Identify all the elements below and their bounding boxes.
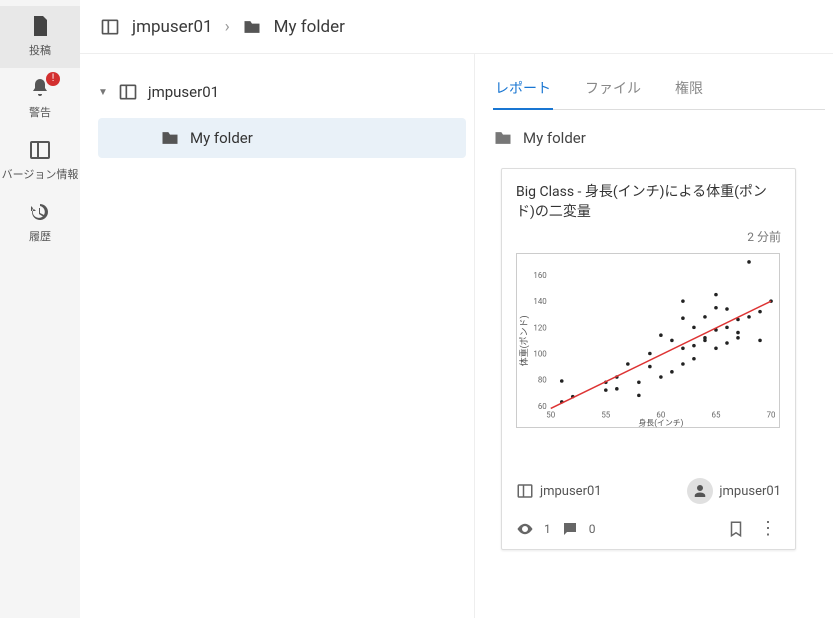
tree-child-label: My folder [190, 129, 253, 147]
nav-alert[interactable]: ! 警告 [0, 68, 80, 130]
nav-history-label: 履歴 [29, 230, 51, 243]
right-pane: レポート ファイル 権限 My folder Big Class - 身長(イン… [475, 54, 833, 618]
comments-count: 0 [589, 522, 596, 536]
tab-file[interactable]: ファイル [583, 72, 643, 109]
svg-text:80: 80 [538, 376, 547, 385]
svg-text:55: 55 [601, 411, 610, 420]
chart: 60801001201401605055606570体重(ポンド)身長(インチ) [516, 253, 780, 428]
svg-text:65: 65 [712, 411, 721, 420]
svg-text:120: 120 [533, 324, 546, 333]
svg-text:50: 50 [546, 411, 555, 420]
main-area: jmpuser01 › My folder ▼ jmpuser01 My fol… [80, 0, 833, 618]
folder-tree: ▼ jmpuser01 My folder [80, 54, 475, 618]
report-card[interactable]: Big Class - 身長(インチ)による体重(ポンド)の二変量 2 分前 6… [501, 168, 796, 550]
person-icon [691, 482, 709, 500]
card-user: jmpuser01 [719, 484, 781, 499]
tree-child[interactable]: My folder [98, 118, 466, 158]
folder-icon [493, 128, 513, 148]
nav-history[interactable]: 履歴 [0, 192, 80, 254]
scatter-plot: 60801001201401605055606570体重(ポンド)身長(インチ) [517, 254, 779, 428]
svg-text:体重(ポンド): 体重(ポンド) [518, 316, 530, 367]
card-owner: jmpuser01 [540, 484, 602, 499]
history-icon [28, 200, 52, 224]
panel-icon [118, 82, 138, 102]
svg-text:60: 60 [538, 402, 547, 411]
nav-post[interactable]: 投稿 [0, 6, 80, 68]
panel-icon [100, 17, 120, 37]
alert-badge: ! [46, 72, 60, 86]
tab-report[interactable]: レポート [493, 72, 553, 110]
current-folder-label: My folder [523, 129, 586, 147]
bookmark-icon[interactable] [727, 520, 745, 538]
comment-icon [561, 520, 579, 538]
chevron-right-icon: › [225, 17, 230, 37]
panel-icon [28, 138, 52, 162]
current-folder: My folder [493, 128, 825, 148]
nav-version-label: バージョン情報 [2, 168, 79, 181]
card-footer: 1 0 ⋮ [516, 518, 781, 539]
nav-version[interactable]: バージョン情報 [0, 130, 80, 192]
eye-icon [516, 520, 534, 538]
folder-icon [242, 17, 262, 37]
tab-perm[interactable]: 権限 [673, 72, 705, 109]
svg-text:160: 160 [533, 271, 546, 280]
more-icon[interactable]: ⋮ [755, 518, 781, 539]
svg-text:140: 140 [533, 297, 546, 306]
folder-icon [160, 128, 180, 148]
breadcrumb: jmpuser01 › My folder [80, 0, 833, 54]
card-title: Big Class - 身長(インチ)による体重(ポンド)の二変量 [516, 183, 781, 222]
split-pane: ▼ jmpuser01 My folder レポート ファイル 権限 My fo… [80, 54, 833, 618]
left-nav: 投稿 ! 警告 バージョン情報 履歴 [0, 0, 80, 618]
card-meta: jmpuser01 jmpuser01 [516, 478, 781, 504]
caret-down-icon: ▼ [98, 87, 108, 98]
nav-alert-label: 警告 [29, 106, 51, 119]
card-time: 2 分前 [516, 228, 781, 245]
crumb-child[interactable]: My folder [274, 17, 345, 37]
nav-post-label: 投稿 [29, 44, 51, 57]
views-count: 1 [544, 522, 551, 536]
tabs: レポート ファイル 権限 [493, 72, 825, 110]
crumb-root[interactable]: jmpuser01 [132, 17, 213, 37]
svg-text:身長(インチ): 身長(インチ) [638, 418, 683, 428]
svg-text:70: 70 [767, 411, 776, 420]
avatar [687, 478, 713, 504]
report-icon [28, 14, 52, 38]
svg-text:100: 100 [533, 350, 546, 359]
tree-root[interactable]: ▼ jmpuser01 [80, 72, 474, 112]
panel-icon [516, 482, 534, 500]
tree-root-label: jmpuser01 [148, 83, 219, 101]
